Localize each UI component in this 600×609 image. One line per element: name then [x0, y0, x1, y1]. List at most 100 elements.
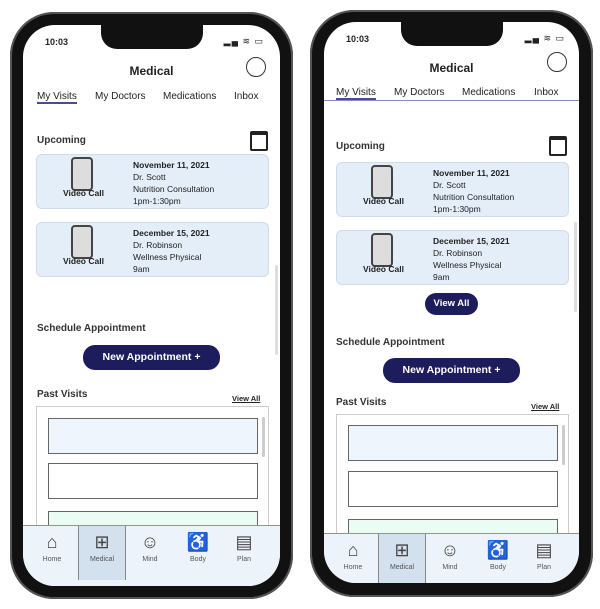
past-visits-list: [336, 414, 569, 555]
tab-my-visits[interactable]: My Visits: [37, 91, 77, 104]
phone-left: 10:03 ▂▄ ≋ ▭ Medical My Visits My Doctor…: [10, 12, 293, 599]
appointment-card[interactable]: Video Call December 15, 2021 Dr. Robinson…: [336, 230, 569, 285]
clipboard-icon: ▤: [235, 532, 253, 552]
list-item[interactable]: [48, 463, 258, 499]
notch: [100, 25, 203, 49]
nav-label: Mind: [142, 556, 158, 563]
appointment-time: 1pm-1:30pm: [433, 204, 481, 214]
brain-head-icon: ☺: [440, 540, 460, 560]
scrollbar[interactable]: [262, 417, 265, 457]
body-icon: ♿: [486, 540, 510, 560]
nav-medical[interactable]: ⊞ Medical: [78, 526, 126, 580]
tab-inbox[interactable]: Inbox: [534, 87, 558, 98]
notch: [400, 22, 503, 46]
appointment-date: November 11, 2021: [433, 168, 510, 178]
appointment-time: 9am: [133, 264, 150, 274]
tab-medications[interactable]: Medications: [462, 87, 515, 98]
appointment-date: December 15, 2021: [133, 228, 210, 238]
past-visits-label: Past Visits: [336, 397, 387, 408]
appointment-type: Video Call: [63, 188, 104, 198]
past-visits-label: Past Visits: [37, 389, 88, 400]
nav-body[interactable]: ♿ Body: [175, 526, 221, 580]
tab-medications[interactable]: Medications: [163, 91, 216, 102]
appointment-time: 1pm-1:30pm: [133, 196, 181, 206]
past-view-all-link[interactable]: View All: [232, 394, 260, 403]
medical-kit-icon: ⊞: [394, 540, 410, 560]
appointment-reason: Wellness Physical: [433, 260, 502, 270]
brain-head-icon: ☺: [140, 532, 160, 552]
page-title: Medical: [129, 64, 174, 78]
nav-medical[interactable]: ⊞ Medical: [378, 534, 426, 583]
appointment-reason: Nutrition Consultation: [433, 192, 515, 202]
calendar-icon[interactable]: [549, 136, 567, 156]
nav-label: Body: [490, 564, 506, 571]
past-view-all-link[interactable]: View All: [531, 402, 559, 411]
tab-my-doctors[interactable]: My Doctors: [394, 87, 445, 98]
appointment-reason: Nutrition Consultation: [133, 184, 215, 194]
new-appointment-button[interactable]: New Appointment +: [83, 345, 220, 370]
profile-icon[interactable]: [246, 57, 266, 77]
tab-my-doctors[interactable]: My Doctors: [95, 91, 146, 102]
status-time: 10:03: [346, 34, 370, 44]
nav-label: Plan: [236, 556, 251, 563]
nav-label: Medical: [389, 564, 415, 571]
nav-label: Home: [343, 564, 363, 571]
video-call-icon: [71, 225, 93, 259]
schedule-label: Schedule Appointment: [37, 323, 146, 334]
video-call-icon: [371, 165, 393, 199]
nav-plan[interactable]: ▤ Plan: [521, 534, 567, 583]
upcoming-label: Upcoming: [336, 141, 385, 152]
scrollbar[interactable]: [574, 222, 577, 312]
nav-label: Plan: [536, 564, 551, 571]
calendar-icon[interactable]: [250, 131, 268, 151]
clipboard-icon: ▤: [535, 540, 553, 560]
appointment-doctor: Dr. Scott: [133, 172, 166, 182]
home-icon: ⌂: [46, 532, 58, 552]
medical-kit-icon: ⊞: [94, 532, 110, 552]
schedule-label: Schedule Appointment: [336, 337, 445, 348]
appointment-type: Video Call: [63, 256, 104, 266]
appointment-type: Video Call: [363, 196, 404, 206]
nav-plan[interactable]: ▤ Plan: [221, 526, 267, 580]
screen: 10:03 ▂▄ ≋ ▭ Medical My Visits My Doctor…: [23, 25, 280, 586]
list-item[interactable]: [348, 425, 558, 461]
appointment-date: November 11, 2021: [133, 160, 210, 170]
appointment-card[interactable]: Video Call November 11, 2021 Dr. Scott Nut…: [36, 154, 269, 209]
status-icons: ▂▄ ≋ ▭: [524, 33, 565, 43]
nav-body[interactable]: ♿ Body: [475, 534, 521, 583]
appointment-reason: Wellness Physical: [133, 252, 202, 262]
list-item[interactable]: [48, 418, 258, 454]
status-time: 10:03: [45, 37, 69, 47]
profile-icon[interactable]: [547, 52, 567, 72]
scrollbar[interactable]: [562, 425, 565, 465]
tab-my-visits[interactable]: My Visits: [336, 87, 376, 100]
bottom-nav: ⌂ Home ⊞ Medical ☺ Mind ♿ Body ▤ Plan: [23, 525, 280, 586]
page-title: Medical: [429, 61, 474, 75]
home-icon: ⌂: [347, 540, 359, 560]
tab-divider: [324, 100, 579, 101]
status-icons: ▂▄ ≋ ▭: [223, 36, 264, 46]
nav-home[interactable]: ⌂ Home: [330, 534, 376, 583]
nav-home[interactable]: ⌂ Home: [29, 526, 75, 580]
bottom-nav: ⌂ Home ⊞ Medical ☺ Mind ♿ Body ▤ Plan: [324, 533, 579, 583]
past-visits-list: [36, 406, 269, 547]
appointment-card[interactable]: Video Call December 15, 2021 Dr. Robinson…: [36, 222, 269, 277]
video-call-icon: [71, 157, 93, 191]
nav-label: Mind: [442, 564, 458, 571]
nav-mind[interactable]: ☺ Mind: [127, 526, 173, 580]
scrollbar[interactable]: [275, 265, 278, 355]
body-icon: ♿: [186, 532, 210, 552]
appointment-card[interactable]: Video Call November 11, 2021 Dr. Scott Nut…: [336, 162, 569, 217]
appointment-doctor: Dr. Robinson: [133, 240, 183, 250]
nav-label: Medical: [89, 556, 115, 563]
upcoming-view-all-button[interactable]: View All: [425, 293, 478, 315]
screen: 10:03 ▂▄ ≋ ▭ Medical My Visits My Doctor…: [324, 22, 579, 583]
list-item[interactable]: [348, 471, 558, 507]
nav-label: Body: [190, 556, 206, 563]
appointment-time: 9am: [433, 272, 450, 282]
new-appointment-button[interactable]: New Appointment +: [383, 358, 520, 383]
appointment-doctor: Dr. Robinson: [433, 248, 483, 258]
appointment-date: December 15, 2021: [433, 236, 510, 246]
nav-mind[interactable]: ☺ Mind: [427, 534, 473, 583]
tab-inbox[interactable]: Inbox: [234, 91, 258, 102]
